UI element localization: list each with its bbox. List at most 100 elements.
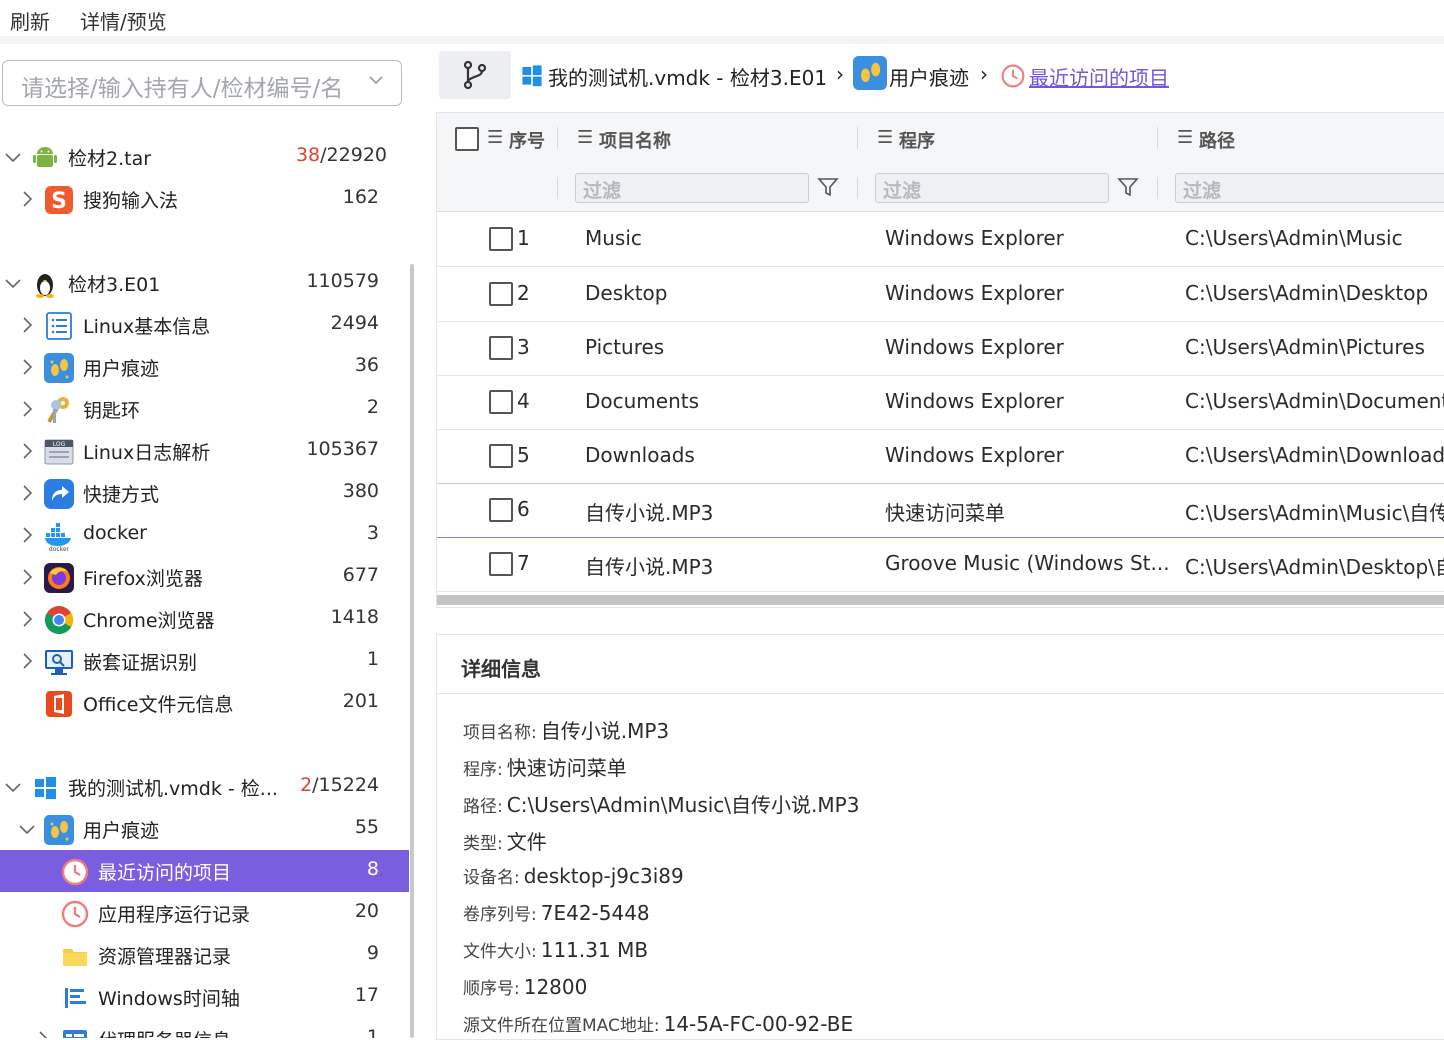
tree-node-sogou[interactable]: S 搜狗输入法 162 (0, 178, 409, 220)
breadcrumb-evidence[interactable]: 我的测试机.vmdk - 检材3.E01 (548, 62, 827, 91)
row-checkbox[interactable] (489, 552, 513, 576)
refresh-menu[interactable]: 刷新 (10, 6, 50, 35)
tree-node-label: 搜狗输入法 (83, 190, 179, 212)
chevron-right-icon[interactable] (34, 1030, 52, 1038)
header-seq[interactable]: 序号 (509, 127, 545, 153)
chevron-right-icon[interactable] (18, 610, 36, 628)
chevron-right-icon[interactable] (18, 442, 36, 460)
column-menu-icon[interactable]: ☰ (877, 127, 893, 148)
column-menu-icon[interactable]: ☰ (487, 127, 503, 148)
tree-node-windows-timeline[interactable]: Windows时间轴 17 (0, 976, 409, 1018)
tree-node-recent-items[interactable]: 最近访问的项目 8 (0, 850, 409, 892)
tree-node-count: 2 (366, 396, 379, 418)
tree-node-proxy-info[interactable]: 代理服务器信息 1 (0, 1018, 409, 1038)
select-all-checkbox[interactable] (455, 127, 479, 151)
tree-node-count: 3 (366, 522, 379, 544)
left-scrollbar[interactable] (410, 264, 414, 1038)
tree-node-label: 用户痕迹 (83, 820, 160, 842)
tree-node-label: 嵌套证据识别 (83, 652, 198, 674)
row-checkbox[interactable] (489, 336, 513, 360)
tree-node-evidence2[interactable]: 检材2.tar 38/22920 (0, 136, 409, 178)
header-name[interactable]: 项目名称 (599, 127, 671, 153)
chevron-right-icon[interactable] (18, 568, 36, 586)
chevron-down-icon[interactable] (4, 274, 22, 292)
tree-node-label: Linux基本信息 (83, 316, 211, 338)
tree-node-count: 2494 (330, 312, 379, 334)
program-filter-input[interactable]: 过滤 (875, 173, 1109, 203)
tree-node-linux-log[interactable]: LOG Linux日志解析 105367 (0, 430, 409, 472)
tree-node-keyring[interactable]: 钥匙环 2 (0, 388, 409, 430)
table-row-selected[interactable]: 6 自传小说.MP3 快速访问菜单 C:\Users\Admin\Music\自… (437, 483, 1444, 538)
row-checkbox[interactable] (489, 227, 513, 251)
tree-node-explorer-records[interactable]: 资源管理器记录 9 (0, 934, 409, 976)
cell-path: C:\Users\Admin\Desktop\自 (1185, 555, 1444, 579)
svg-text:docker: docker (49, 546, 70, 551)
tree-node-docker[interactable]: docker docker 3 (0, 514, 409, 556)
tree-node-count: 380 (342, 480, 379, 502)
column-menu-icon[interactable]: ☰ (577, 127, 593, 148)
top-separator (0, 36, 1444, 44)
menu-bar: 刷新 详情/预览 (0, 0, 1444, 38)
table-row[interactable]: 3 Pictures Windows Explorer C:\Users\Adm… (437, 321, 1444, 376)
branch-button[interactable] (439, 51, 511, 99)
table-row[interactable]: 5 Downloads Windows Explorer C:\Users\Ad… (437, 429, 1444, 484)
cell-path: C:\Users\Admin\Music (1185, 226, 1403, 250)
cell-name: Downloads (585, 443, 695, 467)
cell-program: Windows Explorer (885, 389, 1064, 413)
row-checkbox[interactable] (489, 498, 513, 522)
chevron-right-icon[interactable] (18, 526, 36, 544)
tree-node-test-machine[interactable]: 我的测试机.vmdk - 检... 2/15224 (0, 766, 409, 808)
tree-node-nested-evidence[interactable]: 嵌套证据识别 1 (0, 640, 409, 682)
chevron-right-icon[interactable] (18, 190, 36, 208)
tree-node-evidence3[interactable]: 检材3.E01 110579 (0, 262, 409, 304)
tree-node-user-traces[interactable]: 用户痕迹 36 (0, 346, 409, 388)
breadcrumb-user-traces[interactable]: 用户痕迹 (889, 62, 969, 91)
path-filter-input[interactable]: 过滤 (1175, 173, 1444, 203)
table-row[interactable]: 7 自传小说.MP3 Groove Music (Windows St... C… (437, 537, 1444, 592)
chevron-right-icon[interactable] (18, 652, 36, 670)
name-filter-input[interactable]: 过滤 (575, 173, 809, 203)
cell-name: Music (585, 226, 642, 250)
breadcrumb-recent-items[interactable]: 最近访问的项目 (1029, 62, 1169, 91)
chevron-right-icon[interactable] (18, 316, 36, 334)
filter-icon[interactable] (1117, 176, 1139, 198)
tree-node-count: 2/15224 (300, 774, 379, 796)
chevron-down-icon[interactable] (18, 820, 36, 838)
evidence-selector[interactable]: 请选择/输入持有人/检材编号/名 (2, 60, 402, 106)
detail-preview-menu[interactable]: 详情/预览 (80, 6, 167, 35)
cell-program: Windows Explorer (885, 226, 1064, 250)
filter-row: 过滤 过滤 过滤 (437, 163, 1444, 212)
row-checkbox[interactable] (489, 390, 513, 414)
tree-node-linux-basic[interactable]: Linux基本信息 2494 (0, 304, 409, 346)
shortcut-arrow-icon (44, 479, 74, 509)
tree-node-app-run-records[interactable]: 应用程序运行记录 20 (0, 892, 409, 934)
tree-node-firefox[interactable]: Firefox浏览器 677 (0, 556, 409, 598)
chevron-right-icon[interactable] (18, 484, 36, 502)
tree-node-count: 677 (342, 564, 379, 586)
row-checkbox[interactable] (489, 444, 513, 468)
chevron-down-icon[interactable] (4, 148, 22, 166)
table-row[interactable]: 1 Music Windows Explorer C:\Users\Admin\… (437, 212, 1444, 267)
header-path[interactable]: 路径 (1199, 127, 1235, 153)
tree-node-user-traces-2[interactable]: 用户痕迹 55 (0, 808, 409, 850)
chevron-right-icon[interactable] (18, 400, 36, 418)
tree-node-count: 9 (366, 942, 379, 964)
table-row[interactable]: 2 Desktop Windows Explorer C:\Users\Admi… (437, 267, 1444, 322)
header-program[interactable]: 程序 (899, 127, 935, 153)
row-checkbox[interactable] (489, 282, 513, 306)
chevron-down-icon[interactable] (4, 778, 22, 796)
tree-node-chrome[interactable]: Chrome浏览器 1418 (0, 598, 409, 640)
column-divider[interactable] (857, 127, 858, 149)
tree-node-count: 1 (366, 648, 379, 670)
recent-clock-icon (61, 900, 89, 928)
column-menu-icon[interactable]: ☰ (1177, 127, 1193, 148)
chevron-right-icon[interactable] (18, 358, 36, 376)
tree-node-shortcuts[interactable]: 快捷方式 380 (0, 472, 409, 514)
horizontal-scrollbar[interactable] (437, 595, 1444, 605)
column-divider[interactable] (1157, 127, 1158, 149)
filter-icon[interactable] (817, 176, 839, 198)
windows-logo-icon (522, 65, 542, 87)
tree-node-office-meta[interactable]: Office文件元信息 201 (0, 682, 409, 724)
table-row[interactable]: 4 Documents Windows Explorer C:\Users\Ad… (437, 375, 1444, 430)
column-divider[interactable] (557, 127, 558, 149)
